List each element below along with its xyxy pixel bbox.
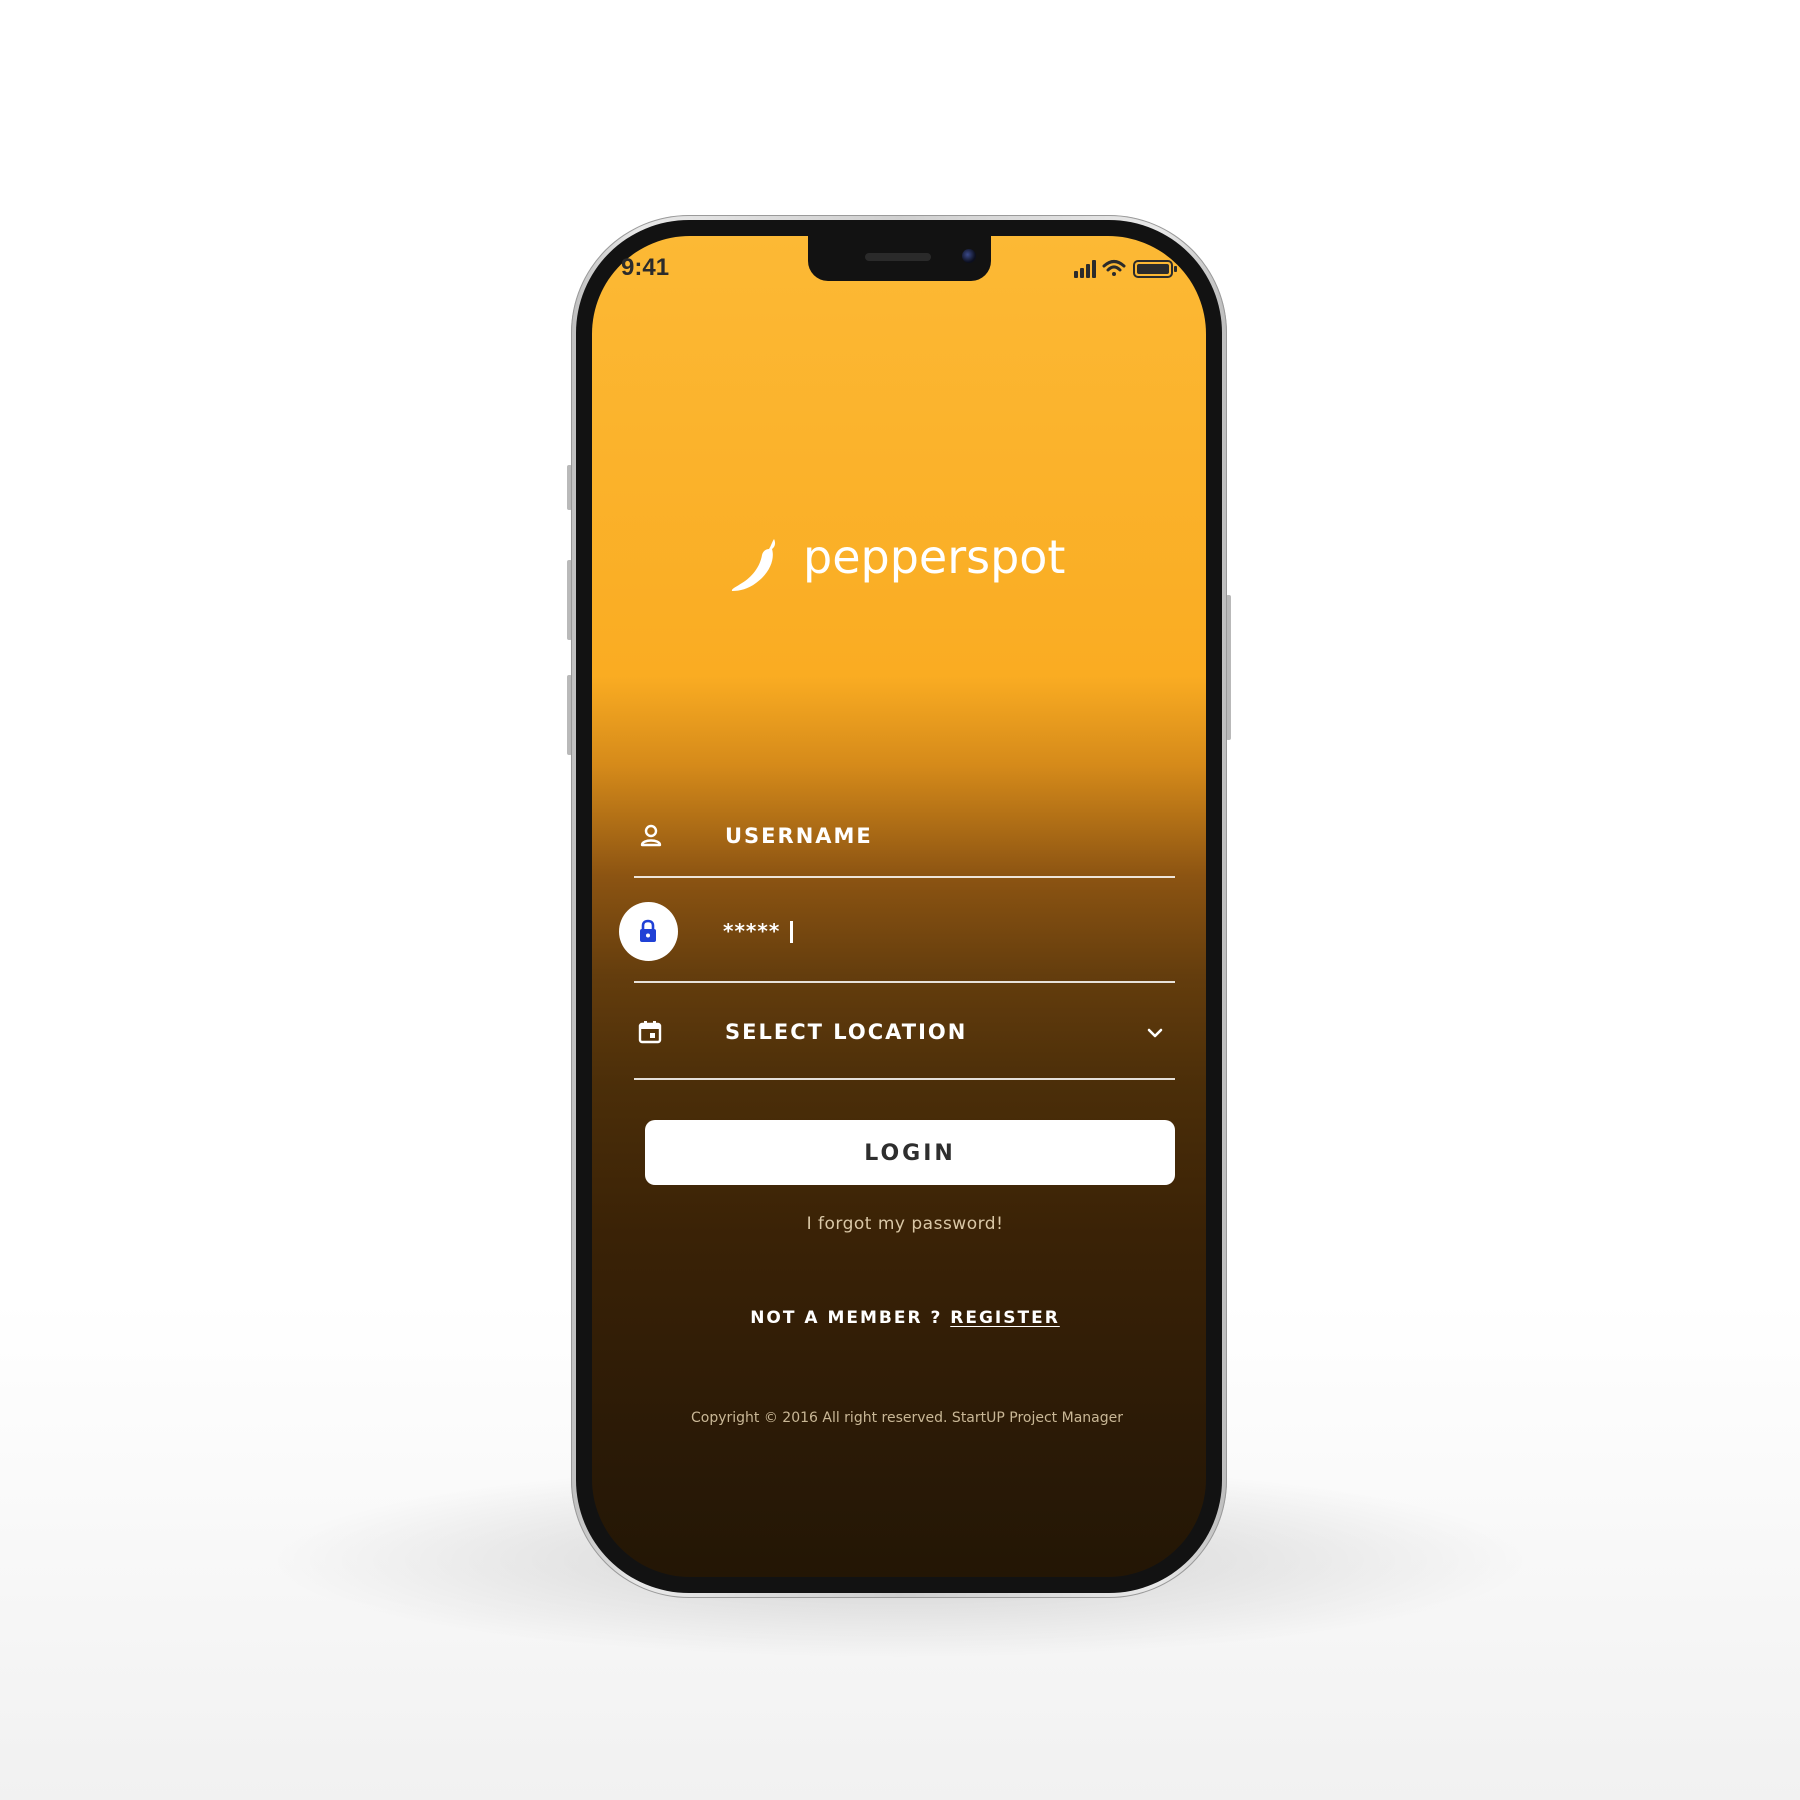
forgot-password-link[interactable]: I forgot my password! [645, 1214, 1165, 1234]
register-link[interactable]: REGISTER [950, 1308, 1060, 1328]
status-time: 9:41 [621, 254, 670, 281]
lock-badge [619, 902, 678, 961]
login-button[interactable]: LOGIN [645, 1120, 1175, 1185]
front-camera [962, 249, 976, 263]
status-icons [1074, 260, 1177, 278]
lock-icon [640, 919, 656, 942]
password-input[interactable] [723, 916, 1023, 946]
username-divider [634, 876, 1175, 878]
not-member-text: NOT A MEMBER ? [750, 1308, 943, 1328]
calendar-icon [638, 1021, 662, 1044]
brand-name: pepperspot [803, 530, 1066, 584]
app-screen [592, 236, 1206, 1577]
wifi-icon [1102, 260, 1126, 276]
chevron-down-icon[interactable] [1146, 1026, 1164, 1040]
password-divider [634, 981, 1175, 983]
username-placeholder: USERNAME [725, 824, 873, 848]
earpiece-speaker [865, 253, 931, 261]
chili-pepper-icon [731, 539, 776, 591]
location-divider [634, 1078, 1175, 1080]
location-label: SELECT LOCATION [725, 1020, 968, 1044]
register-prompt: NOT A MEMBER ? REGISTER [645, 1308, 1165, 1328]
cellular-signal-icon [1074, 260, 1096, 278]
battery-icon [1133, 260, 1177, 278]
text-cursor [790, 921, 793, 943]
copyright-text: Copyright © 2016 All right reserved. Sta… [690, 1410, 1123, 1426]
user-icon [640, 824, 662, 847]
